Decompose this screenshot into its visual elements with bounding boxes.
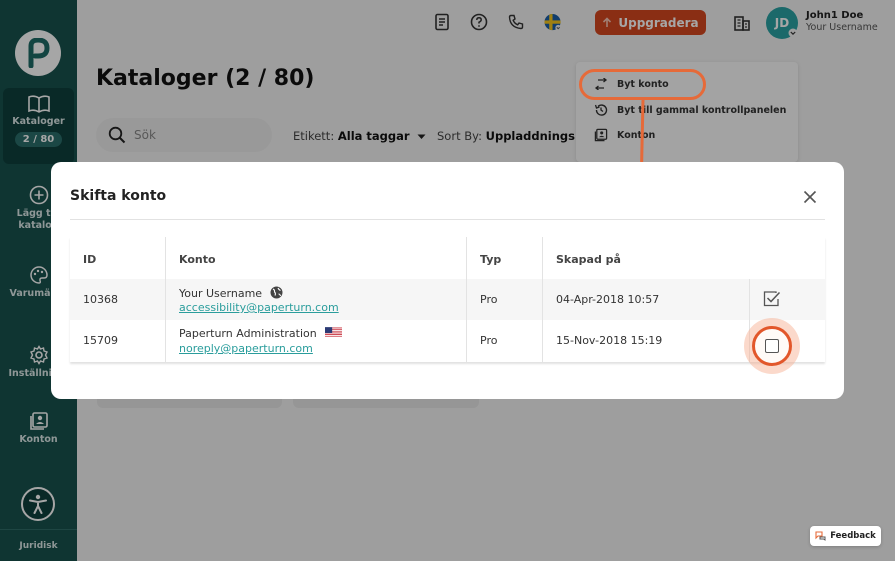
table-row[interactable]: 15709 Paperturn Administration noreply@p… <box>70 320 825 361</box>
account-name-text: Your Username <box>179 287 263 300</box>
column-header-id: ID <box>83 253 97 266</box>
account-id: 10368 <box>83 293 118 306</box>
column-header-type: Typ <box>480 253 502 266</box>
column-header-created: Skapad på <box>556 253 621 266</box>
account-type: Pro <box>480 334 498 347</box>
click-target-highlight <box>744 318 800 374</box>
feedback-button[interactable]: Feedback <box>810 526 881 546</box>
modal-divider <box>70 219 825 220</box>
modal-title: Skifta konto <box>70 188 167 204</box>
us-flag-icon <box>325 327 343 338</box>
column-divider <box>165 237 166 362</box>
switch-account-modal: Skifta konto ID Konto Typ Skapad på 1036… <box>51 162 844 399</box>
feedback-icon <box>815 531 826 541</box>
feedback-label: Feedback <box>830 531 876 541</box>
account-id: 15709 <box>83 334 118 347</box>
globe-icon <box>270 286 283 299</box>
highlight-ring <box>579 69 706 100</box>
account-email-link[interactable]: accessibility@paperturn.com <box>179 301 339 314</box>
column-header-account: Konto <box>179 253 216 266</box>
accounts-table: ID Konto Typ Skapad på 10368 Your Userna… <box>70 237 825 362</box>
select-account-checkbox[interactable] <box>765 339 779 353</box>
account-email-link[interactable]: noreply@paperturn.com <box>179 342 313 355</box>
account-created: 15-Nov-2018 15:19 <box>556 334 663 347</box>
column-divider <box>466 237 467 362</box>
close-icon[interactable] <box>799 186 821 208</box>
table-row[interactable]: 10368 Your Username accessibility@papert… <box>70 279 825 320</box>
column-divider <box>542 237 543 362</box>
account-created: 04-Apr-2018 10:57 <box>556 293 660 306</box>
account-name-text: Paperturn Administration <box>179 327 317 340</box>
account-name: Your Username <box>179 286 283 300</box>
checked-icon[interactable] <box>763 290 781 307</box>
account-name: Paperturn Administration <box>179 327 343 340</box>
account-type: Pro <box>480 293 498 306</box>
click-target-ring <box>752 326 792 366</box>
